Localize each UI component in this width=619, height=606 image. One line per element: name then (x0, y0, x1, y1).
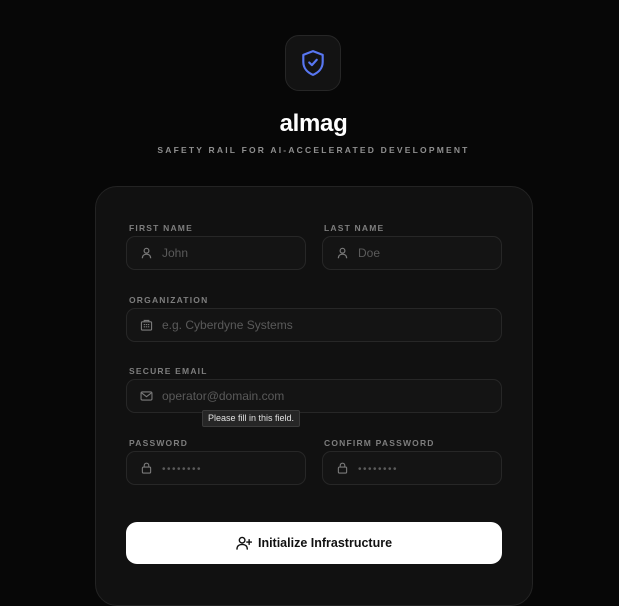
confirm-password-input[interactable] (358, 461, 501, 475)
last-name-input[interactable] (358, 246, 501, 260)
first-name-label: FIRST NAME (129, 223, 193, 233)
building-icon (139, 318, 153, 332)
user-icon (335, 246, 349, 260)
shield-check-icon (302, 50, 324, 76)
confirm-password-field-container (322, 451, 502, 485)
user-plus-icon (236, 536, 252, 550)
validation-tooltip: Please fill in this field. (202, 410, 301, 427)
password-input[interactable] (162, 461, 305, 475)
brand-tagline: SAFETY RAIL FOR AI-ACCELERATED DEVELOPME… (157, 145, 470, 155)
first-name-field-container (126, 236, 306, 270)
password-field-container (126, 451, 306, 485)
first-name-input[interactable] (162, 246, 305, 260)
logo (285, 35, 341, 91)
last-name-field-container (322, 236, 502, 270)
lock-icon (139, 461, 153, 475)
secure-email-label: SECURE EMAIL (129, 366, 208, 376)
initialize-infrastructure-button[interactable]: Initialize Infrastructure (126, 522, 502, 564)
password-label: PASSWORD (129, 438, 189, 448)
organization-input[interactable] (162, 318, 462, 332)
organization-label: ORGANIZATION (129, 295, 209, 305)
initialize-infrastructure-label: Initialize Infrastructure (257, 536, 393, 550)
user-icon (139, 246, 153, 260)
email-field-container (126, 379, 502, 413)
confirm-password-label: CONFIRM PASSWORD (324, 438, 435, 448)
email-input[interactable] (162, 389, 462, 403)
last-name-label: LAST NAME (324, 223, 385, 233)
mail-icon (139, 389, 153, 403)
organization-field-container (126, 308, 502, 342)
brand-name: almag (279, 110, 348, 137)
lock-icon (335, 461, 349, 475)
